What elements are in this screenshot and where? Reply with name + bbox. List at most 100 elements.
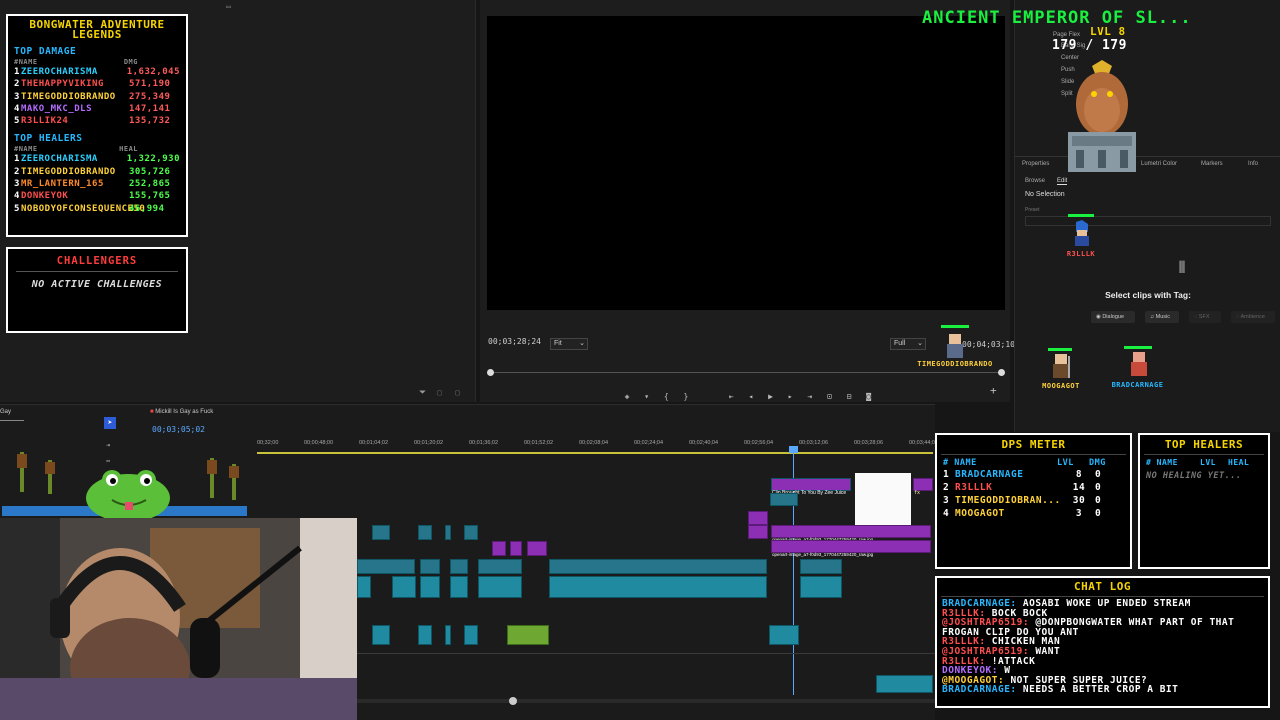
video-clip[interactable] bbox=[357, 559, 415, 574]
selection-tool-icon[interactable]: ➤ bbox=[104, 417, 116, 429]
program-video-frame[interactable] bbox=[487, 16, 1005, 310]
mark-out-icon[interactable]: } bbox=[681, 392, 691, 401]
fit-dropdown[interactable]: Fit ⌄ bbox=[550, 338, 588, 350]
music-clip[interactable] bbox=[507, 625, 549, 645]
video-clip[interactable] bbox=[418, 525, 432, 540]
step-back-icon[interactable]: ◂ bbox=[746, 392, 756, 401]
tab-lumetri-color[interactable]: Lumetri Color bbox=[1141, 161, 1177, 167]
marker-icon[interactable]: ◈ bbox=[622, 392, 632, 401]
audio-clip[interactable] bbox=[445, 625, 451, 645]
dps-meter-title: DPS METER bbox=[1001, 438, 1066, 451]
go-to-out-icon[interactable]: ⇥ bbox=[805, 392, 815, 401]
step-forward-icon[interactable]: ▸ bbox=[785, 392, 795, 401]
chat-user: @JOSHTRAP6519: bbox=[942, 618, 1030, 628]
audio-clip[interactable] bbox=[450, 576, 468, 598]
sequence-tab-gay[interactable]: Gay bbox=[0, 409, 24, 421]
image-clip-2[interactable]: openart-image_a7-f0d93_1770447259420_raw… bbox=[771, 540, 931, 557]
purple-clip[interactable] bbox=[748, 511, 768, 525]
tab-info[interactable]: Info bbox=[1248, 161, 1258, 167]
purple-clip[interactable] bbox=[748, 525, 768, 539]
tag-ambience[interactable]: ◌ Ambience bbox=[1231, 311, 1275, 323]
ruler-label: 00;02;40;04 bbox=[689, 440, 719, 446]
scrub-handle-right[interactable] bbox=[998, 369, 1005, 376]
audio-clip[interactable] bbox=[876, 675, 933, 693]
subtab-edit[interactable]: Edit bbox=[1057, 178, 1068, 185]
audio-clip[interactable] bbox=[800, 576, 842, 598]
player-hp-bar bbox=[1068, 214, 1094, 217]
video-clip[interactable] bbox=[800, 559, 842, 574]
webcam-feed bbox=[0, 518, 357, 720]
tab-properties[interactable]: Properties bbox=[1022, 161, 1049, 167]
video-clip[interactable] bbox=[549, 559, 767, 574]
mark-in-icon[interactable]: { bbox=[661, 392, 671, 401]
rank: 1 bbox=[14, 154, 20, 165]
audio-clip[interactable] bbox=[464, 625, 478, 645]
sequence-tab-main[interactable]: ■ Mickill Is Gay as Fuck bbox=[150, 409, 213, 415]
dps-row: 4 MOOGAGOT 3 0 bbox=[937, 507, 1130, 520]
insert-icon[interactable]: ⊡ bbox=[824, 392, 834, 401]
top-healers-empty: NO HEALING YET... bbox=[1146, 471, 1242, 481]
score-value: 252,865 bbox=[129, 179, 171, 190]
purple-clip[interactable] bbox=[492, 541, 506, 556]
audio-clip[interactable] bbox=[357, 576, 371, 598]
new-bin-icon[interactable]: ▢ bbox=[437, 388, 442, 397]
video-clip[interactable] bbox=[445, 525, 451, 540]
audio-clip[interactable] bbox=[769, 625, 799, 645]
video-clip[interactable] bbox=[450, 559, 468, 574]
audio-clip[interactable] bbox=[392, 576, 416, 598]
quality-dropdown[interactable]: Full ⌄ bbox=[890, 338, 926, 350]
title-clip[interactable]: Clip Brought To You By Zee Juice bbox=[771, 478, 851, 496]
video-clip[interactable] bbox=[770, 493, 798, 506]
timeline-scrollbar[interactable] bbox=[357, 697, 935, 705]
video-clip[interactable] bbox=[464, 525, 478, 540]
audio-clip[interactable] bbox=[372, 625, 390, 645]
tag-music[interactable]: ♫ Music bbox=[1145, 311, 1179, 323]
timeline-ruler[interactable]: 00;32;00 00;00;48;00 00;01;04;02 00;01;2… bbox=[257, 440, 938, 450]
filter-icon[interactable]: ⏷ bbox=[419, 388, 426, 398]
tab-markers[interactable]: Markers bbox=[1201, 161, 1223, 167]
overwrite-icon[interactable]: ⊟ bbox=[844, 392, 854, 401]
no-selection-label: No Selection bbox=[1025, 191, 1065, 198]
top-healers-heading: TOP HEALERS bbox=[14, 133, 83, 145]
audio-clip[interactable] bbox=[478, 576, 522, 598]
tag-sfx[interactable]: ◌ SFX bbox=[1189, 311, 1221, 323]
go-to-in-icon[interactable]: ⇤ bbox=[726, 392, 736, 401]
dps-meter-list: 1 BRADCARNAGE 8 0 2 R3LLLK 14 0 3 TIMEGODDIOBRAN.… bbox=[937, 468, 1130, 520]
chat-line: R3LLLK: CHICKEN MAN bbox=[937, 637, 1268, 647]
scrollbar-handle[interactable] bbox=[509, 697, 517, 705]
work-area-bar[interactable] bbox=[257, 452, 933, 454]
scrub-handle-left[interactable] bbox=[487, 369, 494, 376]
program-scrub-bar[interactable] bbox=[487, 369, 1005, 378]
chat-line: @MOOGAGOT: NOT SUPER SUPER JUICE? bbox=[937, 676, 1268, 686]
chat-log-panel: CHAT LOG BRADCARNAGE: AOSABI WOKE UP END… bbox=[935, 576, 1270, 708]
tag-dialogue[interactable]: ◉ Dialogue bbox=[1091, 311, 1135, 323]
audio-clip[interactable] bbox=[420, 576, 440, 598]
program-left-timecode[interactable]: 00;03;28;24 bbox=[488, 337, 541, 346]
leaderboard-row: 3 TIMEGODDIOBRANDO 275,349 bbox=[14, 91, 180, 103]
player-name: ZEEROCHARISMA bbox=[20, 154, 98, 165]
play-icon[interactable]: ▶ bbox=[765, 392, 775, 401]
playhead-handle[interactable] bbox=[789, 446, 798, 453]
camera-icon[interactable]: ◙ bbox=[864, 392, 874, 401]
clear-icon[interactable]: ▢ bbox=[455, 388, 460, 397]
ruler-label: 00;02;24;04 bbox=[634, 440, 664, 446]
selected-image-clip[interactable] bbox=[855, 473, 911, 525]
tag-dialogue-label: Dialogue bbox=[1102, 314, 1125, 320]
preset-field[interactable] bbox=[1025, 216, 1271, 226]
image-clip-1[interactable]: openart-image_a7-f0d93_1770447259420_raw… bbox=[771, 525, 931, 542]
video-clip[interactable] bbox=[478, 559, 522, 574]
purple-clip[interactable] bbox=[510, 541, 522, 556]
audio-clip[interactable] bbox=[549, 576, 767, 598]
audio-clip[interactable] bbox=[418, 625, 432, 645]
video-clip[interactable] bbox=[372, 525, 390, 540]
add-button-icon[interactable]: + bbox=[990, 384, 997, 397]
add-marker-icon[interactable]: ▾ bbox=[642, 392, 652, 401]
panel-menu-icon[interactable]: ▭ bbox=[226, 2, 231, 11]
subtab-browse[interactable]: Browse bbox=[1025, 178, 1045, 184]
video-clip[interactable] bbox=[420, 559, 440, 574]
dps-row: 2 R3LLLK 14 0 bbox=[937, 481, 1130, 494]
player-name: MOOGAGOT bbox=[955, 508, 1005, 519]
playhead-timecode[interactable]: 00;03;05;02 bbox=[152, 425, 205, 434]
fx-purple-clip[interactable] bbox=[527, 541, 547, 556]
fx-clip[interactable]: fx bbox=[913, 478, 933, 496]
